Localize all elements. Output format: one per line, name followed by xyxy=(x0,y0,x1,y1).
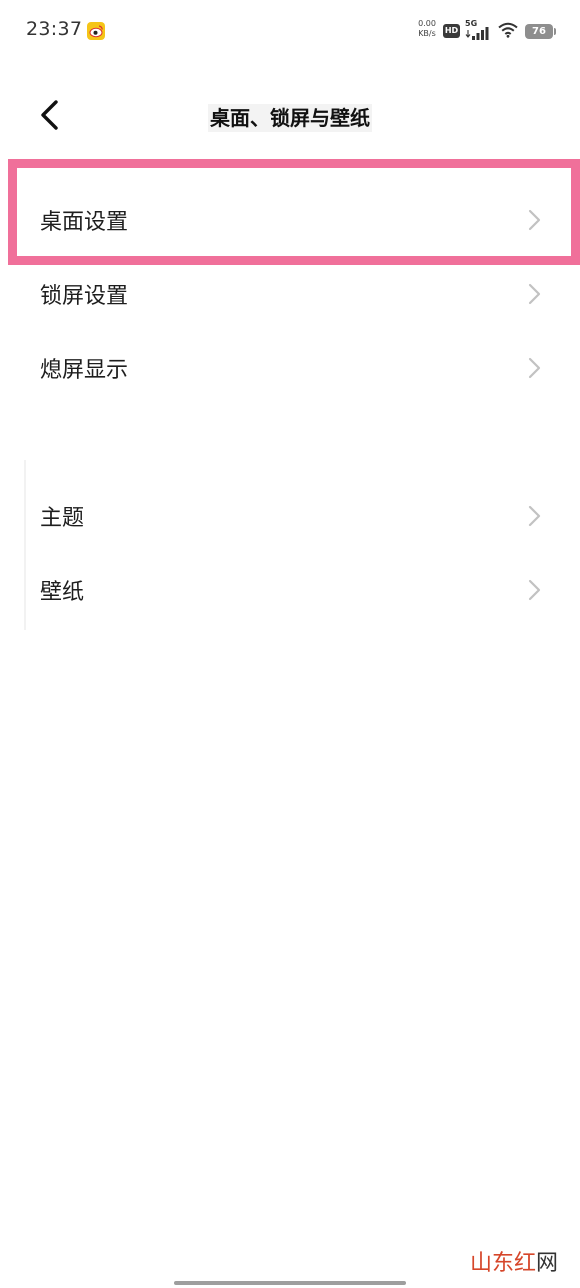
signal-icon: 5G xyxy=(464,19,492,41)
list-item-label: 壁纸 xyxy=(40,580,85,605)
list-item-always-on-display[interactable]: 熄屏显示 xyxy=(0,330,580,404)
list-item-theme[interactable]: 主题 xyxy=(0,478,580,552)
list-item-desktop-settings[interactable]: 桌面设置 xyxy=(0,182,580,256)
watermark-part1: 山东红 xyxy=(470,1251,537,1276)
status-bar: 23:37 0.00 KB/s HD 5G 76 xyxy=(0,0,580,62)
network-label: 5G xyxy=(465,19,478,28)
screen: 23:37 0.00 KB/s HD 5G 76 桌面、锁屏与壁纸 桌面设置 锁… xyxy=(0,0,580,1288)
list-item-label: 锁屏设置 xyxy=(40,284,129,309)
hd-label: HD xyxy=(444,26,459,35)
header: 桌面、锁屏与壁纸 xyxy=(0,88,580,144)
chevron-right-icon xyxy=(528,579,541,601)
list-item-label: 桌面设置 xyxy=(40,210,129,235)
chevron-right-icon xyxy=(528,283,541,305)
page-title: 桌面、锁屏与壁纸 xyxy=(0,102,580,132)
chevron-right-icon xyxy=(528,505,541,527)
net-speed-value: 0.00 xyxy=(418,19,436,28)
net-speed-unit: KB/s xyxy=(418,29,436,38)
status-time: 23:37 xyxy=(26,18,83,40)
weibo-icon xyxy=(87,22,105,40)
page-title-text: 桌面、锁屏与壁纸 xyxy=(208,104,372,132)
net-speed: 0.00 KB/s xyxy=(414,19,440,39)
watermark-part2: 网 xyxy=(536,1251,559,1276)
watermark: 山东红网 xyxy=(470,1245,558,1277)
group-divider xyxy=(24,460,26,630)
list-item-wallpaper[interactable]: 壁纸 xyxy=(0,552,580,626)
hd-icon: HD xyxy=(443,24,460,38)
list-item-label: 主题 xyxy=(40,506,85,531)
battery-icon: 76 xyxy=(525,24,556,39)
list-item-lock-screen-settings[interactable]: 锁屏设置 xyxy=(0,256,580,330)
home-indicator[interactable] xyxy=(174,1281,406,1285)
chevron-right-icon xyxy=(528,357,541,379)
list-item-label: 熄屏显示 xyxy=(40,358,129,383)
wifi-icon xyxy=(498,22,518,38)
battery-level: 76 xyxy=(532,26,546,37)
chevron-right-icon xyxy=(528,209,541,231)
